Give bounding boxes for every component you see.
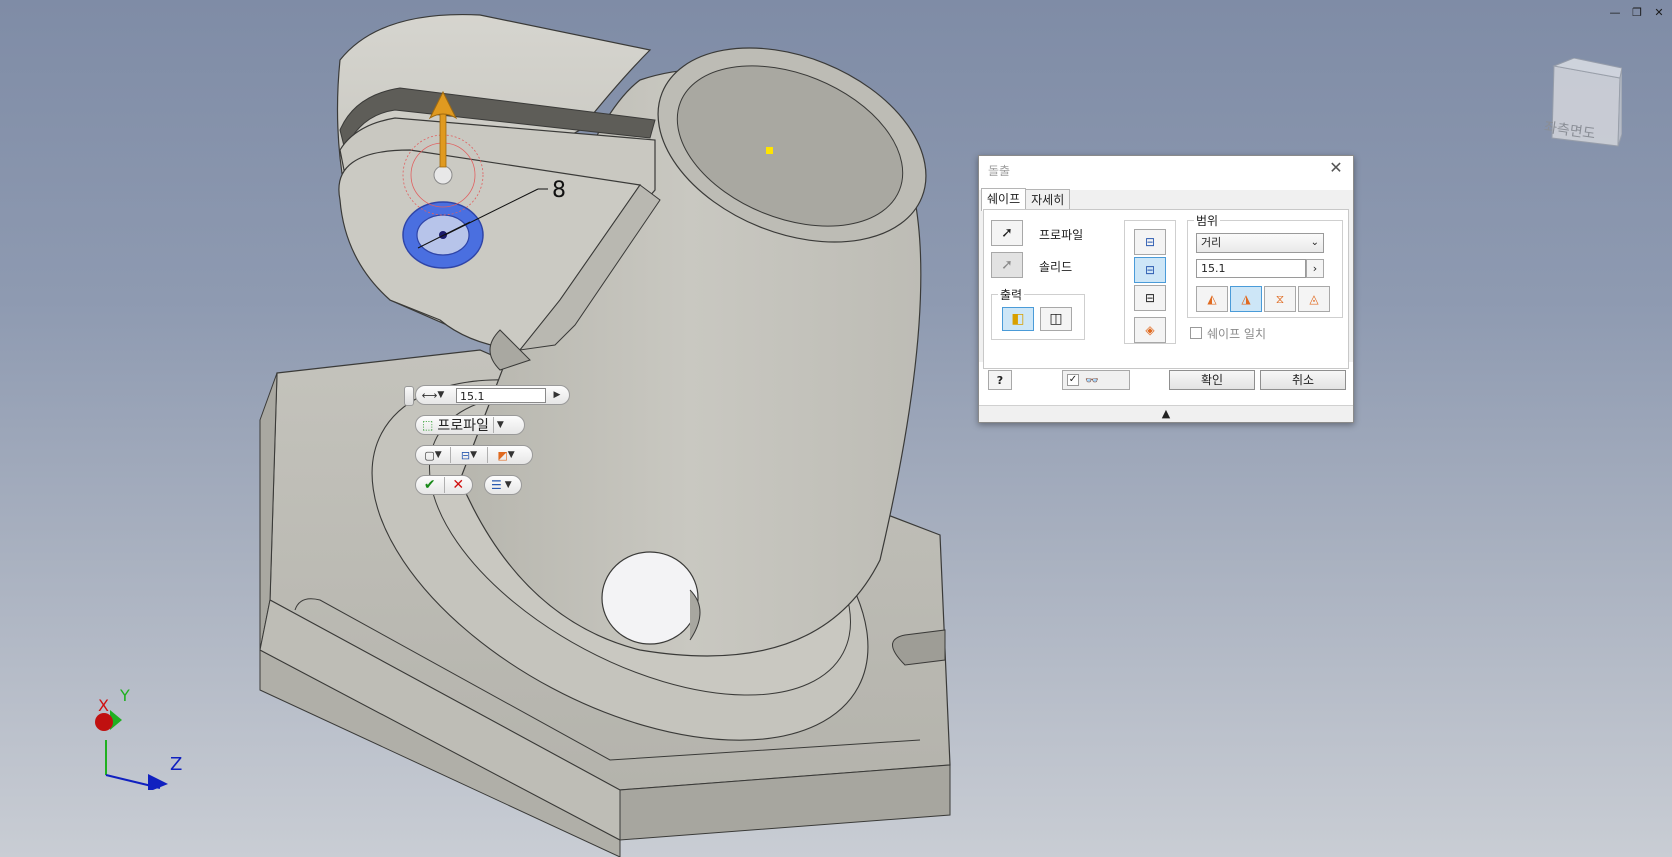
direction-icon: ◩ [497, 448, 508, 462]
output-group: 출력 ◧ ◫ [991, 286, 1085, 340]
direction-2-icon: ◮ [1241, 292, 1251, 306]
distance-menu-button[interactable]: › [1306, 259, 1324, 278]
solid-select-button[interactable]: ➚ [991, 252, 1023, 278]
distance-icon: ⟷ [421, 388, 438, 402]
chevron-down-icon: ▼ [470, 450, 478, 460]
direction-button[interactable]: ◩ ▼ [488, 446, 524, 464]
match-shape-label: 쉐이프 일치 [1207, 327, 1267, 341]
play-arrow-icon[interactable]: ▶ [550, 386, 564, 404]
help-button[interactable]: ? [988, 370, 1012, 390]
solid-icon: ▢ [424, 448, 435, 462]
direction-flipped-button[interactable]: ◮ [1230, 286, 1262, 312]
chevron-right-icon: › [1312, 262, 1318, 275]
window-controls: — ❐ ✕ [1608, 6, 1666, 19]
cursor-arrow-icon: ➚ [1001, 225, 1013, 241]
profile-pill[interactable]: ⬚ 프로파일 ▼ [415, 415, 525, 435]
surface-cube-icon: ◫ [1049, 311, 1063, 327]
match-shape-checkbox[interactable] [1190, 327, 1202, 339]
chevron-down-icon: ▼ [434, 450, 442, 460]
solid-cube-icon: ◧ [1011, 311, 1025, 327]
coordinate-triad: X Y Z [90, 680, 200, 792]
output-surface-button[interactable]: ◫ [1040, 307, 1072, 331]
distance-pill: ⟷ ▼ 15.1 ▶ [415, 385, 570, 405]
output-solid-button[interactable]: ◧ [1002, 307, 1034, 331]
tab-shape[interactable]: 쉐이프 [981, 188, 1027, 211]
menu-pill[interactable]: ☰ ▼ [484, 475, 522, 495]
dimension-label[interactable]: 8 [552, 178, 566, 203]
expand-arrow-icon[interactable]: ▲ [979, 405, 1353, 422]
triad-x-label: X [98, 696, 109, 715]
new-solid-icon: ◈ [1145, 323, 1155, 337]
glasses-icon: 👓 [1085, 373, 1099, 387]
preview-checkbox[interactable]: ✓ [1067, 374, 1079, 386]
dialog-title: 돌출 [988, 164, 1011, 178]
mini-profile-label: 프로파일 [437, 418, 489, 434]
cancel-button[interactable]: 취소 [1260, 370, 1346, 390]
direction-default-button[interactable]: ◭ [1196, 286, 1228, 312]
operation-new-solid-button[interactable]: ◈ [1134, 317, 1166, 343]
shape-panel: ➚ 프로파일 ➚ 솔리드 출력 ◧ ◫ ⊟ ⊟ ⊟ ◈ 범위 거리 ⌄ 15.1… [983, 209, 1349, 369]
cancel-x-icon[interactable]: ✕ [445, 476, 473, 494]
extents-group-title: 범위 [1194, 212, 1221, 229]
triad-y-label: Y [120, 686, 130, 705]
direction-asymmetric-icon: ◬ [1309, 292, 1319, 306]
output-button[interactable]: ▢ ▼ [416, 446, 450, 464]
3d-viewport[interactable]: 8 — ❐ ✕ 좌측면도 X Y Z ⟷ ▼ 15.1 ▶ ⬚ 프로파일 ▼ ▢… [0, 0, 1672, 857]
operation-group: ⊟ ⊟ ⊟ ◈ [1124, 220, 1176, 344]
apply-pill: ✔ ✕ [415, 475, 473, 495]
profile-select-button[interactable]: ➚ [991, 220, 1023, 246]
direction-symmetric-icon: ⧖ [1275, 291, 1285, 306]
extents-group: 범위 거리 ⌄ 15.1 › ◭ ◮ ⧖ ◬ [1187, 212, 1343, 318]
chevron-down-icon: ▼ [504, 480, 512, 490]
triad-z-label: Z [170, 754, 183, 775]
mini-toolbar-grip[interactable] [404, 386, 414, 406]
join-icon: ⊟ [1144, 235, 1156, 249]
profile-label: 프로파일 [1039, 228, 1084, 242]
solid-label: 솔리드 [1039, 260, 1073, 274]
separator [492, 417, 494, 433]
cut-icon: ⊟ [1144, 263, 1156, 277]
direction-1-icon: ◭ [1207, 292, 1217, 306]
operation-button[interactable]: ⊟ ▼ [451, 446, 487, 464]
preview-toggle[interactable]: ✓ 👓 [1062, 370, 1130, 390]
profile-select-icon: ⬚ [422, 418, 434, 432]
minimize-icon[interactable]: — [1608, 6, 1622, 19]
extents-type-select[interactable]: 거리 ⌄ [1196, 233, 1324, 253]
operation-cut-button[interactable]: ⊟ [1134, 257, 1166, 283]
help-icon: ? [996, 373, 1004, 387]
distance-type-button[interactable]: ⟷ ▼ [416, 386, 450, 404]
extents-type-value: 거리 [1201, 236, 1222, 249]
list-menu-icon: ☰ [491, 478, 502, 492]
operation-intersect-button[interactable]: ⊟ [1134, 285, 1166, 311]
ok-button[interactable]: 확인 [1169, 370, 1255, 390]
close-icon[interactable]: ✕ [1652, 6, 1666, 19]
chevron-down-icon: ▼ [507, 450, 515, 460]
ok-check-icon[interactable]: ✔ [416, 476, 444, 494]
extrusion-model[interactable] [0, 0, 1672, 857]
options-pill: ▢ ▼ ⊟ ▼ ◩ ▼ [415, 445, 533, 465]
extrude-dialog: 돌출 ✕ 쉐이프 자세히 ➚ 프로파일 ➚ 솔리드 출력 ◧ ◫ ⊟ ⊟ ⊟ ◈… [978, 155, 1354, 423]
chevron-down-icon[interactable]: ▼ [497, 420, 504, 430]
mini-distance-input[interactable]: 15.1 [456, 387, 546, 403]
tab-more[interactable]: 자세히 [1025, 189, 1071, 210]
restore-icon[interactable]: ❐ [1630, 6, 1644, 19]
distance-input[interactable]: 15.1 [1196, 259, 1306, 278]
intersect-icon: ⊟ [1144, 291, 1156, 305]
operation-join-button[interactable]: ⊟ [1134, 229, 1166, 255]
direction-asymmetric-button[interactable]: ◬ [1298, 286, 1330, 312]
chevron-down-icon: ⌄ [1310, 237, 1319, 248]
direction-symmetric-button[interactable]: ⧖ [1264, 286, 1296, 312]
close-icon[interactable]: ✕ [1327, 159, 1345, 177]
view-cube[interactable]: 좌측면도 [1540, 57, 1623, 162]
chevron-down-icon: ▼ [437, 390, 445, 400]
output-group-title: 출력 [998, 286, 1025, 303]
cursor-arrow-icon: ➚ [1001, 257, 1013, 273]
join-icon: ⊟ [460, 448, 471, 462]
